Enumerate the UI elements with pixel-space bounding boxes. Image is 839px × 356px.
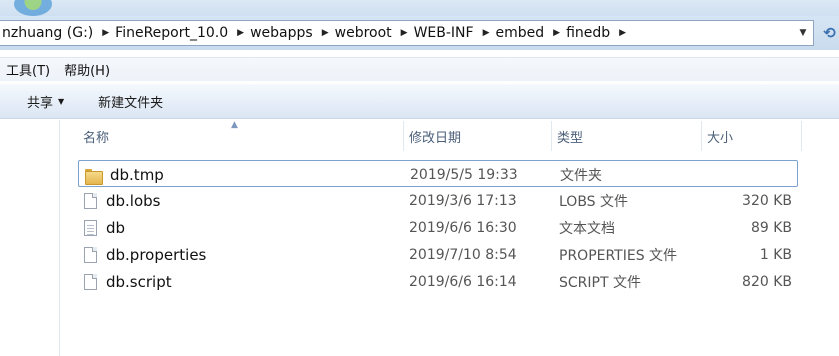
breadcrumb-drive[interactable]: nzhuang (G:)	[0, 25, 98, 41]
file-type: 文件夹	[560, 167, 602, 184]
file-name: db	[106, 218, 126, 237]
file-date: 2019/5/5 19:33	[410, 166, 518, 183]
file-name: db.lobs	[106, 191, 161, 210]
address-dropdown-icon[interactable]: ▼	[793, 21, 813, 45]
file-name-cell: db.properties	[84, 241, 404, 268]
breadcrumb-webroot[interactable]: webroot	[333, 25, 397, 41]
file-size: 89 KB	[750, 219, 792, 236]
chevron-right-icon[interactable]: ▶	[549, 28, 564, 38]
file-icon	[84, 192, 97, 209]
file-name-cell: db	[84, 214, 404, 241]
file-type: 文本文档	[559, 220, 615, 237]
folder-icon	[85, 168, 103, 185]
column-header-name[interactable]: 名称 ▲	[78, 120, 404, 151]
column-header-type[interactable]: 类型	[552, 121, 702, 151]
file-name-cell: db.script	[84, 268, 404, 295]
file-type: LOBS 文件	[559, 193, 629, 210]
share-label: 共享	[27, 95, 54, 111]
breadcrumb-webapps[interactable]: webapps	[248, 25, 318, 41]
file-name: db.properties	[106, 245, 207, 264]
column-type-label: 类型	[557, 130, 584, 146]
chevron-right-icon[interactable]: ▶	[98, 28, 113, 38]
file-row-db[interactable]: db 2019/6/6 16:30 文本文档 89 KB	[78, 214, 798, 241]
file-date: 2019/6/6 16:30	[409, 219, 517, 236]
chevron-right-icon[interactable]: ▶	[615, 28, 630, 38]
column-header: 名称 ▲ 修改日期 类型 大小	[78, 120, 839, 151]
menu-bar: 工具(T) 帮助(H)	[0, 57, 839, 81]
text-file-icon	[84, 219, 97, 236]
file-row-db-lobs[interactable]: db.lobs 2019/3/6 17:13 LOBS 文件 320 KB	[78, 187, 798, 214]
navigation-pane[interactable]	[0, 120, 60, 356]
file-type: SCRIPT 文件	[559, 274, 641, 291]
chevron-right-icon[interactable]: ▶	[479, 28, 494, 38]
breadcrumb-finereport[interactable]: FineReport_10.0	[113, 25, 233, 41]
breadcrumb-web-inf[interactable]: WEB-INF	[412, 25, 479, 41]
file-size	[679, 161, 793, 188]
chevron-right-icon[interactable]: ▶	[318, 28, 333, 38]
column-header-size[interactable]: 大小	[702, 121, 802, 151]
file-size: 1 KB	[759, 246, 792, 263]
file-size: 320 KB	[742, 192, 792, 209]
file-type: PROPERTIES 文件	[559, 247, 678, 264]
chevron-down-icon: ▼	[58, 96, 65, 106]
file-name-cell: db.tmp	[85, 161, 405, 188]
refresh-icon: ⟲	[823, 24, 836, 42]
chevron-right-icon[interactable]: ▶	[397, 28, 412, 38]
menu-tools[interactable]: 工具(T)	[0, 60, 58, 79]
file-name: db.script	[106, 272, 172, 291]
new-folder-label: 新建文件夹	[98, 95, 164, 111]
file-row-db-script[interactable]: db.script 2019/6/6 16:14 SCRIPT 文件 820 K…	[78, 268, 798, 295]
file-date: 2019/7/10 8:54	[409, 246, 517, 263]
file-name: db.tmp	[110, 165, 164, 184]
breadcrumb-embed[interactable]: embed	[494, 25, 550, 41]
file-row-db-tmp[interactable]: db.tmp 2019/5/5 19:33 文件夹	[78, 160, 798, 187]
file-name-cell: db.lobs	[84, 187, 404, 214]
sort-ascending-icon: ▲	[231, 120, 238, 130]
breadcrumb-finedb[interactable]: finedb	[564, 25, 615, 41]
menu-help[interactable]: 帮助(H)	[58, 60, 118, 79]
new-folder-button[interactable]: 新建文件夹	[98, 92, 163, 111]
share-button[interactable]: 共享 ▼	[27, 92, 64, 111]
file-icon	[84, 246, 97, 263]
address-row: nzhuang (G:) ▶ FineReport_10.0 ▶ webapps…	[0, 16, 839, 50]
file-list: db.tmp 2019/5/5 19:33 文件夹 db.lobs 2019/3…	[78, 160, 798, 295]
window-title-strip	[0, 0, 839, 16]
file-size: 820 KB	[742, 273, 792, 290]
command-toolbar: 共享 ▼ 新建文件夹	[0, 84, 839, 119]
column-date-label: 修改日期	[409, 130, 462, 146]
column-name-label: 名称	[83, 130, 110, 146]
file-icon	[84, 273, 97, 290]
file-date: 2019/3/6 17:13	[409, 192, 517, 209]
file-date: 2019/6/6 16:14	[409, 273, 517, 290]
window-icon	[14, 0, 52, 16]
refresh-button[interactable]: ⟲	[820, 20, 839, 46]
chevron-right-icon[interactable]: ▶	[233, 28, 248, 38]
file-row-db-properties[interactable]: db.properties 2019/7/10 8:54 PROPERTIES …	[78, 241, 798, 268]
column-size-label: 大小	[707, 130, 734, 146]
address-bar[interactable]: nzhuang (G:) ▶ FineReport_10.0 ▶ webapps…	[0, 20, 814, 46]
column-header-date[interactable]: 修改日期	[404, 121, 552, 151]
